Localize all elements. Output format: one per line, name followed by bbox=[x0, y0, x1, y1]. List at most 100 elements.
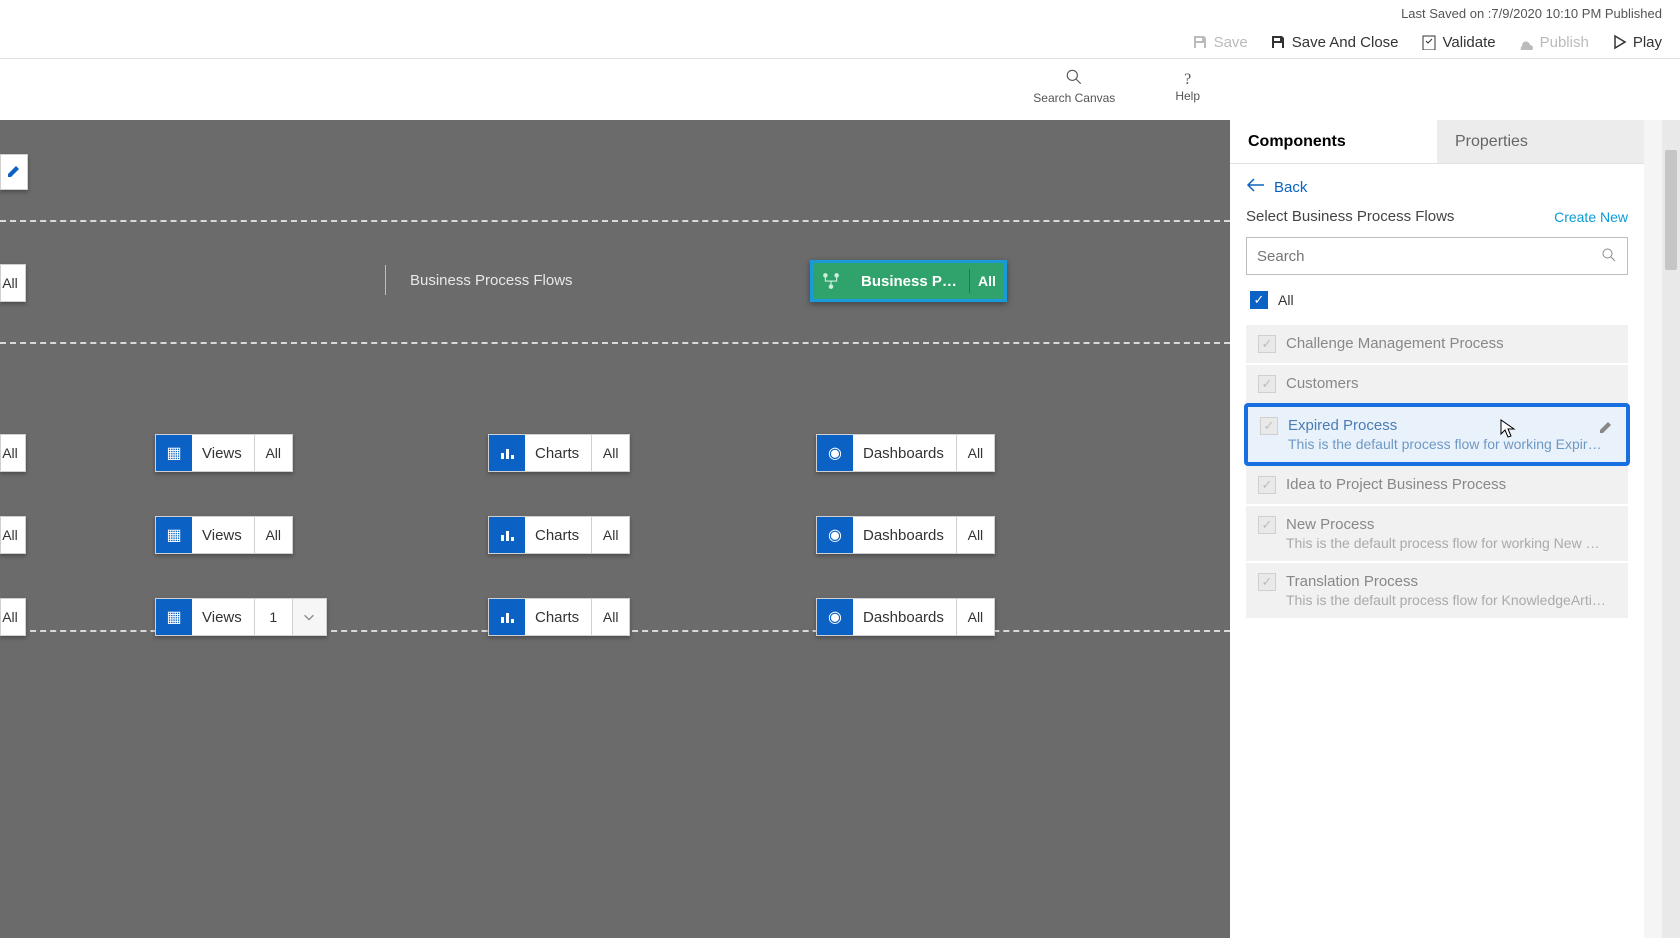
tile-label: Dashboards bbox=[853, 445, 956, 462]
tile-label: Charts bbox=[525, 527, 591, 544]
search-icon bbox=[1065, 68, 1083, 91]
gauge-icon: ◉ bbox=[817, 599, 853, 635]
search-canvas-button[interactable]: Search Canvas bbox=[1033, 68, 1115, 105]
dashboards-tile[interactable]: ◉ Dashboards All bbox=[816, 434, 995, 472]
play-label: Play bbox=[1633, 34, 1662, 51]
edge-pill-all[interactable]: All bbox=[0, 434, 26, 472]
checkbox-icon[interactable]: ✓ bbox=[1258, 573, 1276, 591]
play-button[interactable]: Play bbox=[1611, 34, 1662, 51]
charts-tile[interactable]: Charts All bbox=[488, 516, 630, 554]
process-item[interactable]: ✓ Expired Process This is the default proc… bbox=[1244, 403, 1630, 466]
flow-icon bbox=[813, 263, 849, 299]
views-tile[interactable]: ▦ Views 1 bbox=[155, 598, 327, 636]
process-name: Expired Process bbox=[1288, 417, 1608, 434]
grid-icon: ▦ bbox=[156, 599, 192, 635]
scrollbar-track[interactable] bbox=[1662, 120, 1680, 938]
save-icon bbox=[1192, 34, 1208, 50]
edge-pill-all[interactable]: All bbox=[0, 598, 26, 636]
save-and-close-button[interactable]: Save And Close bbox=[1270, 34, 1399, 51]
tile-badge: All bbox=[956, 517, 994, 553]
process-name: Customers bbox=[1286, 375, 1359, 392]
edge-pill-all[interactable]: All bbox=[0, 264, 26, 302]
select-title: Select Business Process Flows bbox=[1246, 208, 1454, 225]
section-rule bbox=[385, 265, 386, 295]
process-desc: This is the default process flow for wor… bbox=[1288, 436, 1608, 452]
grid-icon: ▦ bbox=[156, 435, 192, 471]
process-desc: This is the default process flow for wor… bbox=[1286, 535, 1606, 551]
views-tile[interactable]: ▦ Views All bbox=[155, 434, 293, 472]
scrollbar-thumb[interactable] bbox=[1665, 150, 1677, 270]
canvas[interactable]: Business Process Flows All All All All B… bbox=[0, 120, 1230, 938]
publish-button[interactable]: Publish bbox=[1518, 34, 1589, 51]
validate-icon bbox=[1421, 34, 1437, 50]
arrow-left-icon bbox=[1246, 178, 1264, 196]
tile-badge: All bbox=[591, 599, 629, 635]
search-box[interactable] bbox=[1246, 237, 1628, 275]
tile-label: Views bbox=[192, 445, 254, 462]
tab-properties[interactable]: Properties bbox=[1437, 120, 1644, 163]
tile-badge: All bbox=[254, 435, 292, 471]
validate-button[interactable]: Validate bbox=[1421, 34, 1496, 51]
process-item[interactable]: ✓ Idea to Project Business Process bbox=[1246, 466, 1628, 504]
tile-badge: All bbox=[254, 517, 292, 553]
create-new-link[interactable]: Create New bbox=[1554, 209, 1628, 225]
edge-pill-label: All bbox=[2, 609, 18, 625]
tile-label: Views bbox=[192, 527, 254, 544]
help-icon: ? bbox=[1184, 71, 1191, 89]
command-bar: Save Save And Close Validate Publish Pla… bbox=[0, 26, 1680, 58]
checkbox-icon[interactable]: ✓ bbox=[1258, 335, 1276, 353]
pencil-icon[interactable] bbox=[1598, 419, 1614, 438]
canvas-toolbar: Search Canvas ? Help bbox=[0, 59, 1680, 114]
views-tile[interactable]: ▦ Views All bbox=[155, 516, 293, 554]
chevron-down-icon[interactable] bbox=[292, 599, 326, 635]
edge-pill-label: All bbox=[2, 275, 18, 291]
edit-card[interactable] bbox=[0, 154, 28, 190]
process-name: Translation Process bbox=[1286, 573, 1606, 590]
process-item[interactable]: ✓New ProcessThis is the default process … bbox=[1246, 506, 1628, 561]
help-button[interactable]: ? Help bbox=[1175, 71, 1200, 103]
dashboards-tile[interactable]: ◉ Dashboards All bbox=[816, 516, 995, 554]
tile-label: Charts bbox=[525, 445, 591, 462]
checkbox-icon[interactable]: ✓ bbox=[1258, 516, 1276, 534]
checkbox-icon[interactable]: ✓ bbox=[1258, 375, 1276, 393]
publish-icon bbox=[1518, 34, 1534, 50]
charts-tile[interactable]: Charts All bbox=[488, 434, 630, 472]
process-name: Idea to Project Business Process bbox=[1286, 476, 1506, 493]
process-item[interactable]: ✓ Challenge Management Process bbox=[1246, 325, 1628, 363]
chart-icon bbox=[489, 435, 525, 471]
bpf-tile-label: Business Proces… bbox=[849, 273, 969, 290]
bpf-tile-badge: All bbox=[970, 263, 1004, 299]
tile-badge: All bbox=[956, 599, 994, 635]
help-label: Help bbox=[1175, 89, 1200, 103]
right-panel: Components Properties Back Select Busine… bbox=[1230, 120, 1644, 938]
process-item[interactable]: ✓ Customers bbox=[1246, 365, 1628, 403]
save-close-icon bbox=[1270, 34, 1286, 50]
tile-label: Dashboards bbox=[853, 609, 956, 626]
search-icon bbox=[1601, 247, 1617, 266]
dashboards-tile[interactable]: ◉ Dashboards All bbox=[816, 598, 995, 636]
tab-components[interactable]: Components bbox=[1230, 120, 1437, 163]
tile-label: Dashboards bbox=[853, 527, 956, 544]
edge-pill-all[interactable]: All bbox=[0, 516, 26, 554]
save-label: Save bbox=[1214, 34, 1248, 51]
gauge-icon: ◉ bbox=[817, 435, 853, 471]
pencil-icon bbox=[6, 163, 22, 182]
all-label: All bbox=[1278, 292, 1294, 308]
validate-label: Validate bbox=[1443, 34, 1496, 51]
play-icon bbox=[1611, 34, 1627, 50]
checkbox-icon[interactable]: ✓ bbox=[1260, 417, 1278, 435]
save-close-label: Save And Close bbox=[1292, 34, 1399, 51]
back-button[interactable]: Back bbox=[1246, 178, 1628, 196]
all-checkbox-row[interactable]: ✓ All bbox=[1246, 287, 1628, 313]
process-name: Challenge Management Process bbox=[1286, 335, 1504, 352]
process-list: ✓Challenge Management Process✓Customers✓… bbox=[1246, 325, 1628, 618]
checkbox-icon[interactable]: ✓ bbox=[1258, 476, 1276, 494]
charts-tile[interactable]: Charts All bbox=[488, 598, 630, 636]
checkbox-icon[interactable]: ✓ bbox=[1250, 291, 1268, 309]
search-input[interactable] bbox=[1257, 248, 1601, 265]
edge-pill-label: All bbox=[2, 527, 18, 543]
bpf-tile-selected[interactable]: Business Proces… All bbox=[810, 260, 1007, 302]
save-button[interactable]: Save bbox=[1192, 34, 1248, 51]
gauge-icon: ◉ bbox=[817, 517, 853, 553]
process-item[interactable]: ✓Translation ProcessThis is the default … bbox=[1246, 563, 1628, 618]
